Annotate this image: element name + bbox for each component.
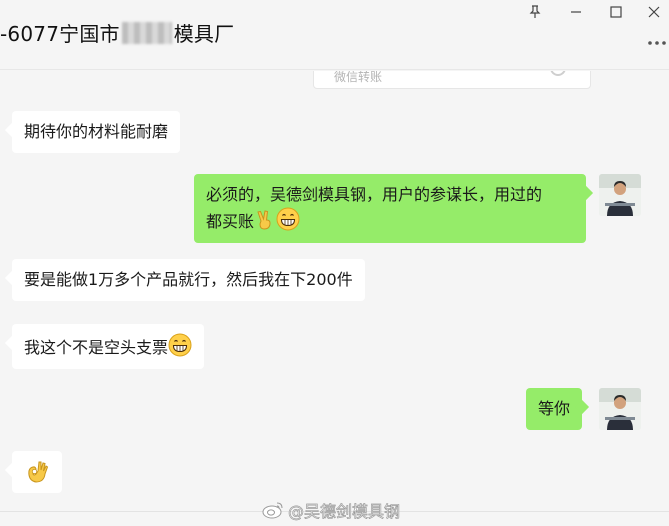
chat-title-suffix: 模具厂	[173, 22, 235, 46]
minimize-button[interactable]	[561, 2, 591, 22]
redacted-text	[121, 22, 172, 44]
pin-button[interactable]	[520, 2, 550, 22]
transfer-card[interactable]: 微信转账	[313, 71, 591, 89]
more-icon	[648, 41, 666, 45]
message-bubble-incoming[interactable]: 要是能做1万多个产品就行，然后我在下200件	[12, 259, 365, 301]
victory-hand-emoji-icon	[257, 210, 271, 230]
message-bubble-outgoing[interactable]: 等你	[526, 388, 583, 430]
grinning-face-emoji-icon	[168, 333, 192, 357]
transfer-icon	[550, 71, 566, 76]
message-text: 要是能做1万多个产品就行，然后我在下200件	[24, 270, 353, 289]
chat-message-list[interactable]: 微信转账 期待你的材料能耐磨 必须的，吴德剑模具钢，用户的参谋长，用过的 都买账…	[0, 71, 669, 511]
weibo-logo-icon	[262, 502, 283, 519]
message-bubble-incoming[interactable]: 我这个不是空头支票	[12, 324, 205, 369]
message-text-line2: 都买账	[206, 212, 255, 231]
message-text: 期待你的材料能耐磨	[24, 122, 169, 141]
message-bubble-incoming[interactable]	[12, 451, 62, 493]
watermark-text: @吴德剑模具钢	[288, 502, 401, 522]
pin-icon	[529, 5, 541, 18]
close-button[interactable]	[639, 2, 669, 22]
minimize-icon	[571, 11, 581, 13]
more-button[interactable]	[644, 34, 669, 52]
maximize-button[interactable]	[601, 2, 631, 22]
grinning-face-emoji-icon	[276, 207, 300, 231]
chat-title: -6077宁国市 模具厂	[0, 18, 234, 47]
chat-title-prefix: -6077宁国市	[0, 22, 120, 46]
title-bar: -6077宁国市 模具厂	[0, 0, 669, 70]
message-text-line1: 必须的，吴德剑模具钢，用户的参谋长，用过的	[206, 185, 543, 204]
message-text: 等你	[538, 399, 571, 418]
watermark: @吴德剑模具钢	[262, 498, 400, 522]
message-bubble-incoming[interactable]: 期待你的材料能耐磨	[12, 111, 181, 153]
maximize-icon	[610, 6, 622, 18]
message-text: 我这个不是空头支票	[24, 338, 169, 357]
avatar-self[interactable]	[599, 388, 641, 430]
avatar-self[interactable]	[599, 174, 641, 216]
ok-hand-emoji-icon	[28, 461, 49, 483]
avatar-self-image	[599, 388, 641, 430]
close-icon	[648, 6, 660, 18]
transfer-card-label: 微信转账	[334, 71, 383, 84]
avatar-self-image	[599, 174, 641, 216]
message-bubble-outgoing[interactable]: 必须的，吴德剑模具钢，用户的参谋长，用过的 都买账	[194, 174, 586, 243]
